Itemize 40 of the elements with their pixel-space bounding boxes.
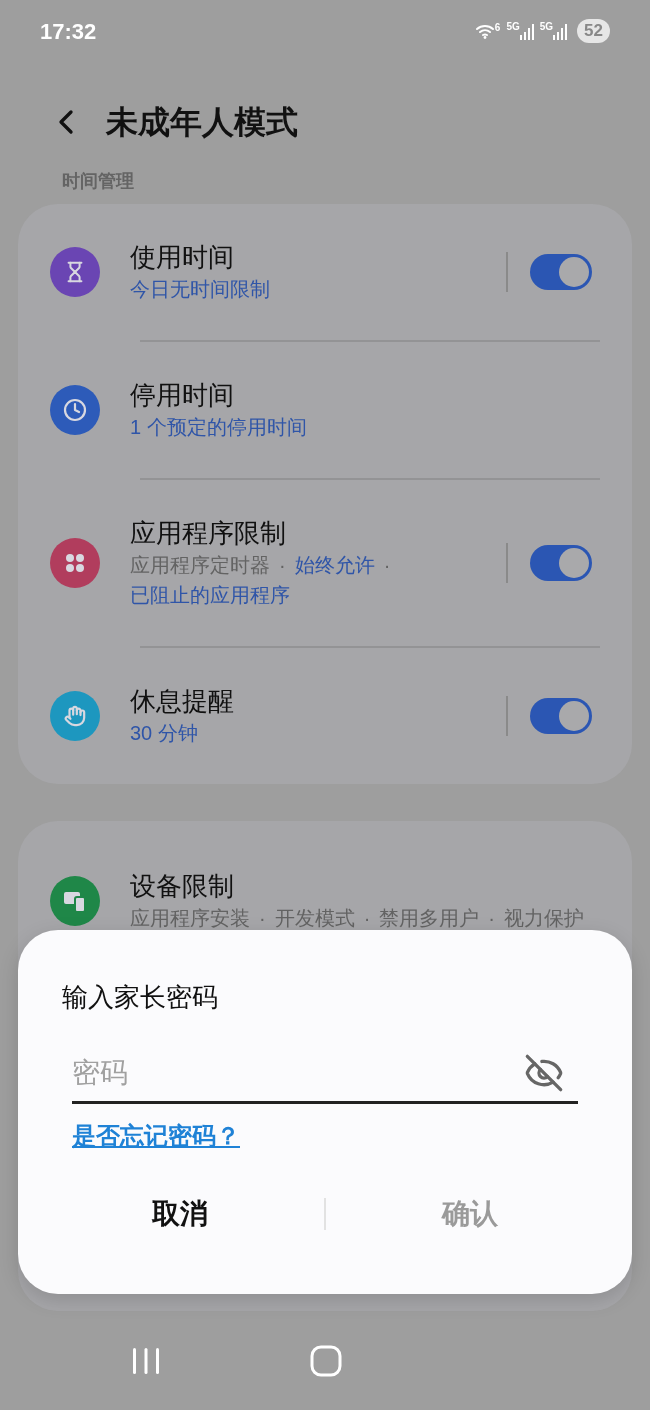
toggle-switch[interactable]: [530, 545, 592, 581]
subtitle-text: ·: [488, 906, 495, 931]
wifi-standard-label: 6: [494, 23, 501, 33]
signal-icon: [553, 22, 568, 40]
subtitle-text: ·: [279, 553, 286, 578]
subtitle-text: ·: [363, 906, 371, 931]
setting-title[interactable]: 休息提醒: [130, 684, 506, 718]
setting-title[interactable]: 应用程序限制: [130, 516, 506, 550]
toggle-switch[interactable]: [530, 698, 592, 734]
subtitle-text: 禁用多用户: [379, 906, 480, 931]
setting-title[interactable]: 使用时间: [130, 240, 506, 274]
toggle-switch[interactable]: [530, 254, 592, 290]
setting-title[interactable]: 停用时间: [130, 378, 592, 412]
signal-icon: [519, 22, 534, 40]
recents-icon[interactable]: [130, 1346, 162, 1376]
subtitle-text: ·: [259, 906, 266, 931]
password-field[interactable]: 密码: [72, 1051, 372, 1094]
status-time: 17:32: [40, 17, 97, 46]
battery-indicator: 52: [577, 19, 610, 43]
subtitle-link[interactable]: 30 分钟: [130, 718, 198, 748]
subtitle-link[interactable]: 始终允许: [294, 550, 375, 580]
network-type: 5G: [506, 22, 520, 32]
subtitle-text: 应用程序定时器: [130, 553, 270, 578]
subtitle-link[interactable]: 已阻止的应用程序: [130, 580, 290, 610]
subtitle-text: ·: [383, 553, 391, 578]
dialog-title: 输入家长密码: [62, 981, 219, 1014]
subtitle-link[interactable]: 1 个预定的停用时间: [130, 412, 307, 442]
forgot-password-link[interactable]: 是否忘记密码？: [72, 1118, 240, 1154]
wifi-icon: [474, 23, 495, 39]
subtitle-text: 应用程序安装: [130, 906, 250, 931]
visibility-icon[interactable]: [524, 1052, 564, 1093]
subtitle-link[interactable]: 今日无时间限制: [130, 274, 270, 304]
home-icon[interactable]: [310, 1345, 342, 1377]
subtitle-text: 开发模式: [274, 906, 355, 931]
network-type: 5G: [539, 22, 554, 32]
subtitle-text: 视力保护: [504, 906, 584, 931]
page-title: 未成年人模式: [106, 103, 298, 142]
setting-title[interactable]: 设备限制: [130, 869, 592, 903]
dialog-button[interactable]: 取消: [36, 1192, 324, 1236]
section-label: 时间管理: [62, 171, 134, 191]
